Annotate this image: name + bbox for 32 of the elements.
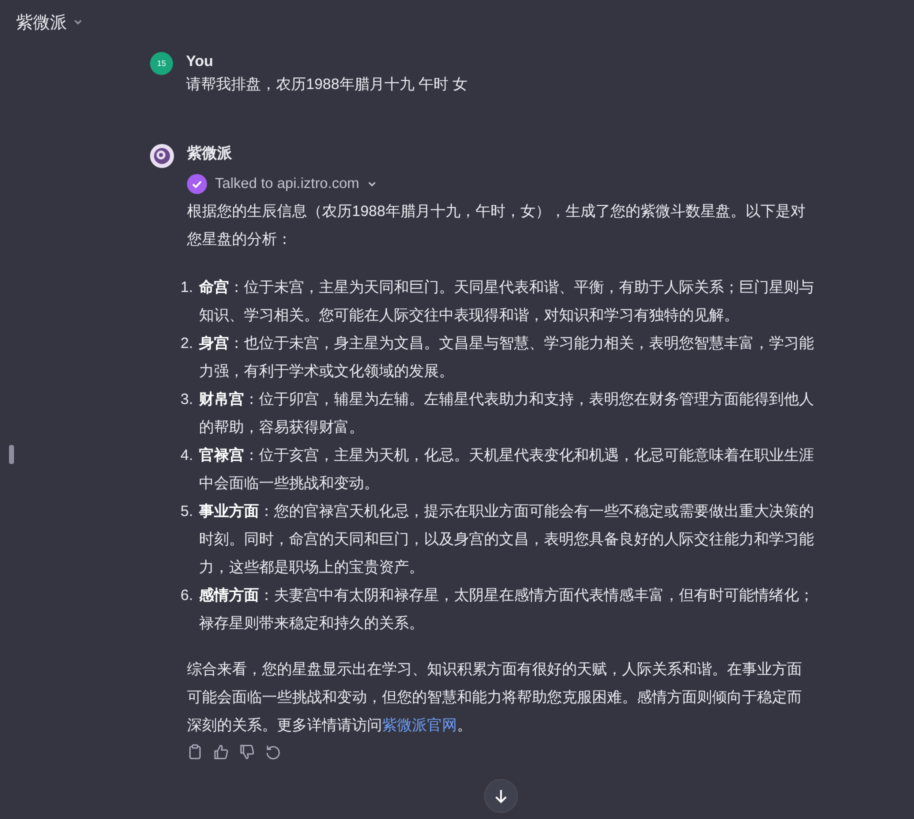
list-item-text: 身宫：也位于未宫，身主星为文昌。文昌星与智慧、学习能力相关，表明您智慧丰富，学习能力强，有利于学术或文化领域的发展。 — [199, 334, 815, 382]
list-number: 3. — [179, 390, 194, 410]
author-name: You — [186, 52, 214, 72]
thumbs-up-icon[interactable] — [213, 744, 229, 760]
link[interactable]: 紫微派官网 — [382, 717, 457, 734]
paragraph: 综合来看，您的星盘显示出在学习、知识积累方面有很好的天赋，人际关系和谐。在事业方面可能会面临一些挑战和变动，但您的智慧和能力将帮助您克服困难。感情方面则倾向于稳定而深刻的关系。更多详情请访问紫微派官网。 — [187, 660, 803, 736]
list-number: 5. — [179, 502, 194, 522]
arrow-down-icon — [493, 788, 509, 804]
list-item-text: 命宫：位于未宫，主星为天同和巨门。天同星代表和谐、平衡，有助于人际关系；巨门星则与知识、学习相关。您可能在人际交往中表现得和谐，对知识和学习有独特的见解。 — [199, 278, 815, 326]
list-number: 4. — [179, 446, 194, 466]
thumbs-down-icon[interactable] — [239, 744, 255, 760]
sidebar-handle[interactable] — [9, 445, 14, 464]
chevron-down-icon[interactable] — [73, 17, 83, 27]
regenerate-icon[interactable] — [265, 744, 281, 760]
message-text: 请帮我排盘，农历1988年腊月十九 午时 女 — [186, 75, 469, 95]
assistant-avatar-icon — [150, 144, 174, 168]
scroll-down-button[interactable] — [484, 779, 518, 813]
author-name: 紫微派 — [187, 144, 233, 164]
list-item-text: 感情方面：夫妻宫中有太阴和禄存星，太阴星在感情方面代表情感丰富，但有时可能情绪化；禄存星则带来稳定和持久的关系。 — [199, 586, 815, 634]
list-item-text: 事业方面：您的官禄宫天机化忌，提示在职业方面可能会有一些不稳定或需要做出重大决策的时刻。同时，命宫的天同和巨门，以及身宫的文昌，表明您具备良好的人际交往能力和学习能力，这些都是职场上的宝贵资产。 — [199, 502, 815, 578]
tool-call-label[interactable]: Talked to api.iztro.com — [215, 176, 360, 192]
list-item-text: 财帛宫：位于卯宫，辅星为左辅。左辅星代表助力和支持，表明您在财务管理方面能得到他人的帮助，容易获得财富。 — [199, 390, 815, 438]
list-number: 1. — [179, 278, 194, 298]
user-avatar: 15 — [150, 52, 173, 75]
paragraph: 根据您的生辰信息（农历1988年腊月十九，午时，女），生成了您的紫微斗数星盘。以下是对您星盘的分析： — [187, 202, 806, 250]
chat-title[interactable]: 紫微派 — [16, 10, 67, 34]
check-icon — [187, 174, 207, 194]
list-number: 6. — [179, 586, 194, 606]
chevron-down-icon[interactable] — [367, 179, 378, 189]
clipboard-icon[interactable] — [187, 744, 203, 760]
list-item-text: 官禄宫：位于亥宫，主星为天机，化忌。天机星代表变化和机遇，化忌可能意味着在职业生涯中会面临一些挑战和变动。 — [199, 446, 815, 494]
list-number: 2. — [179, 334, 194, 354]
